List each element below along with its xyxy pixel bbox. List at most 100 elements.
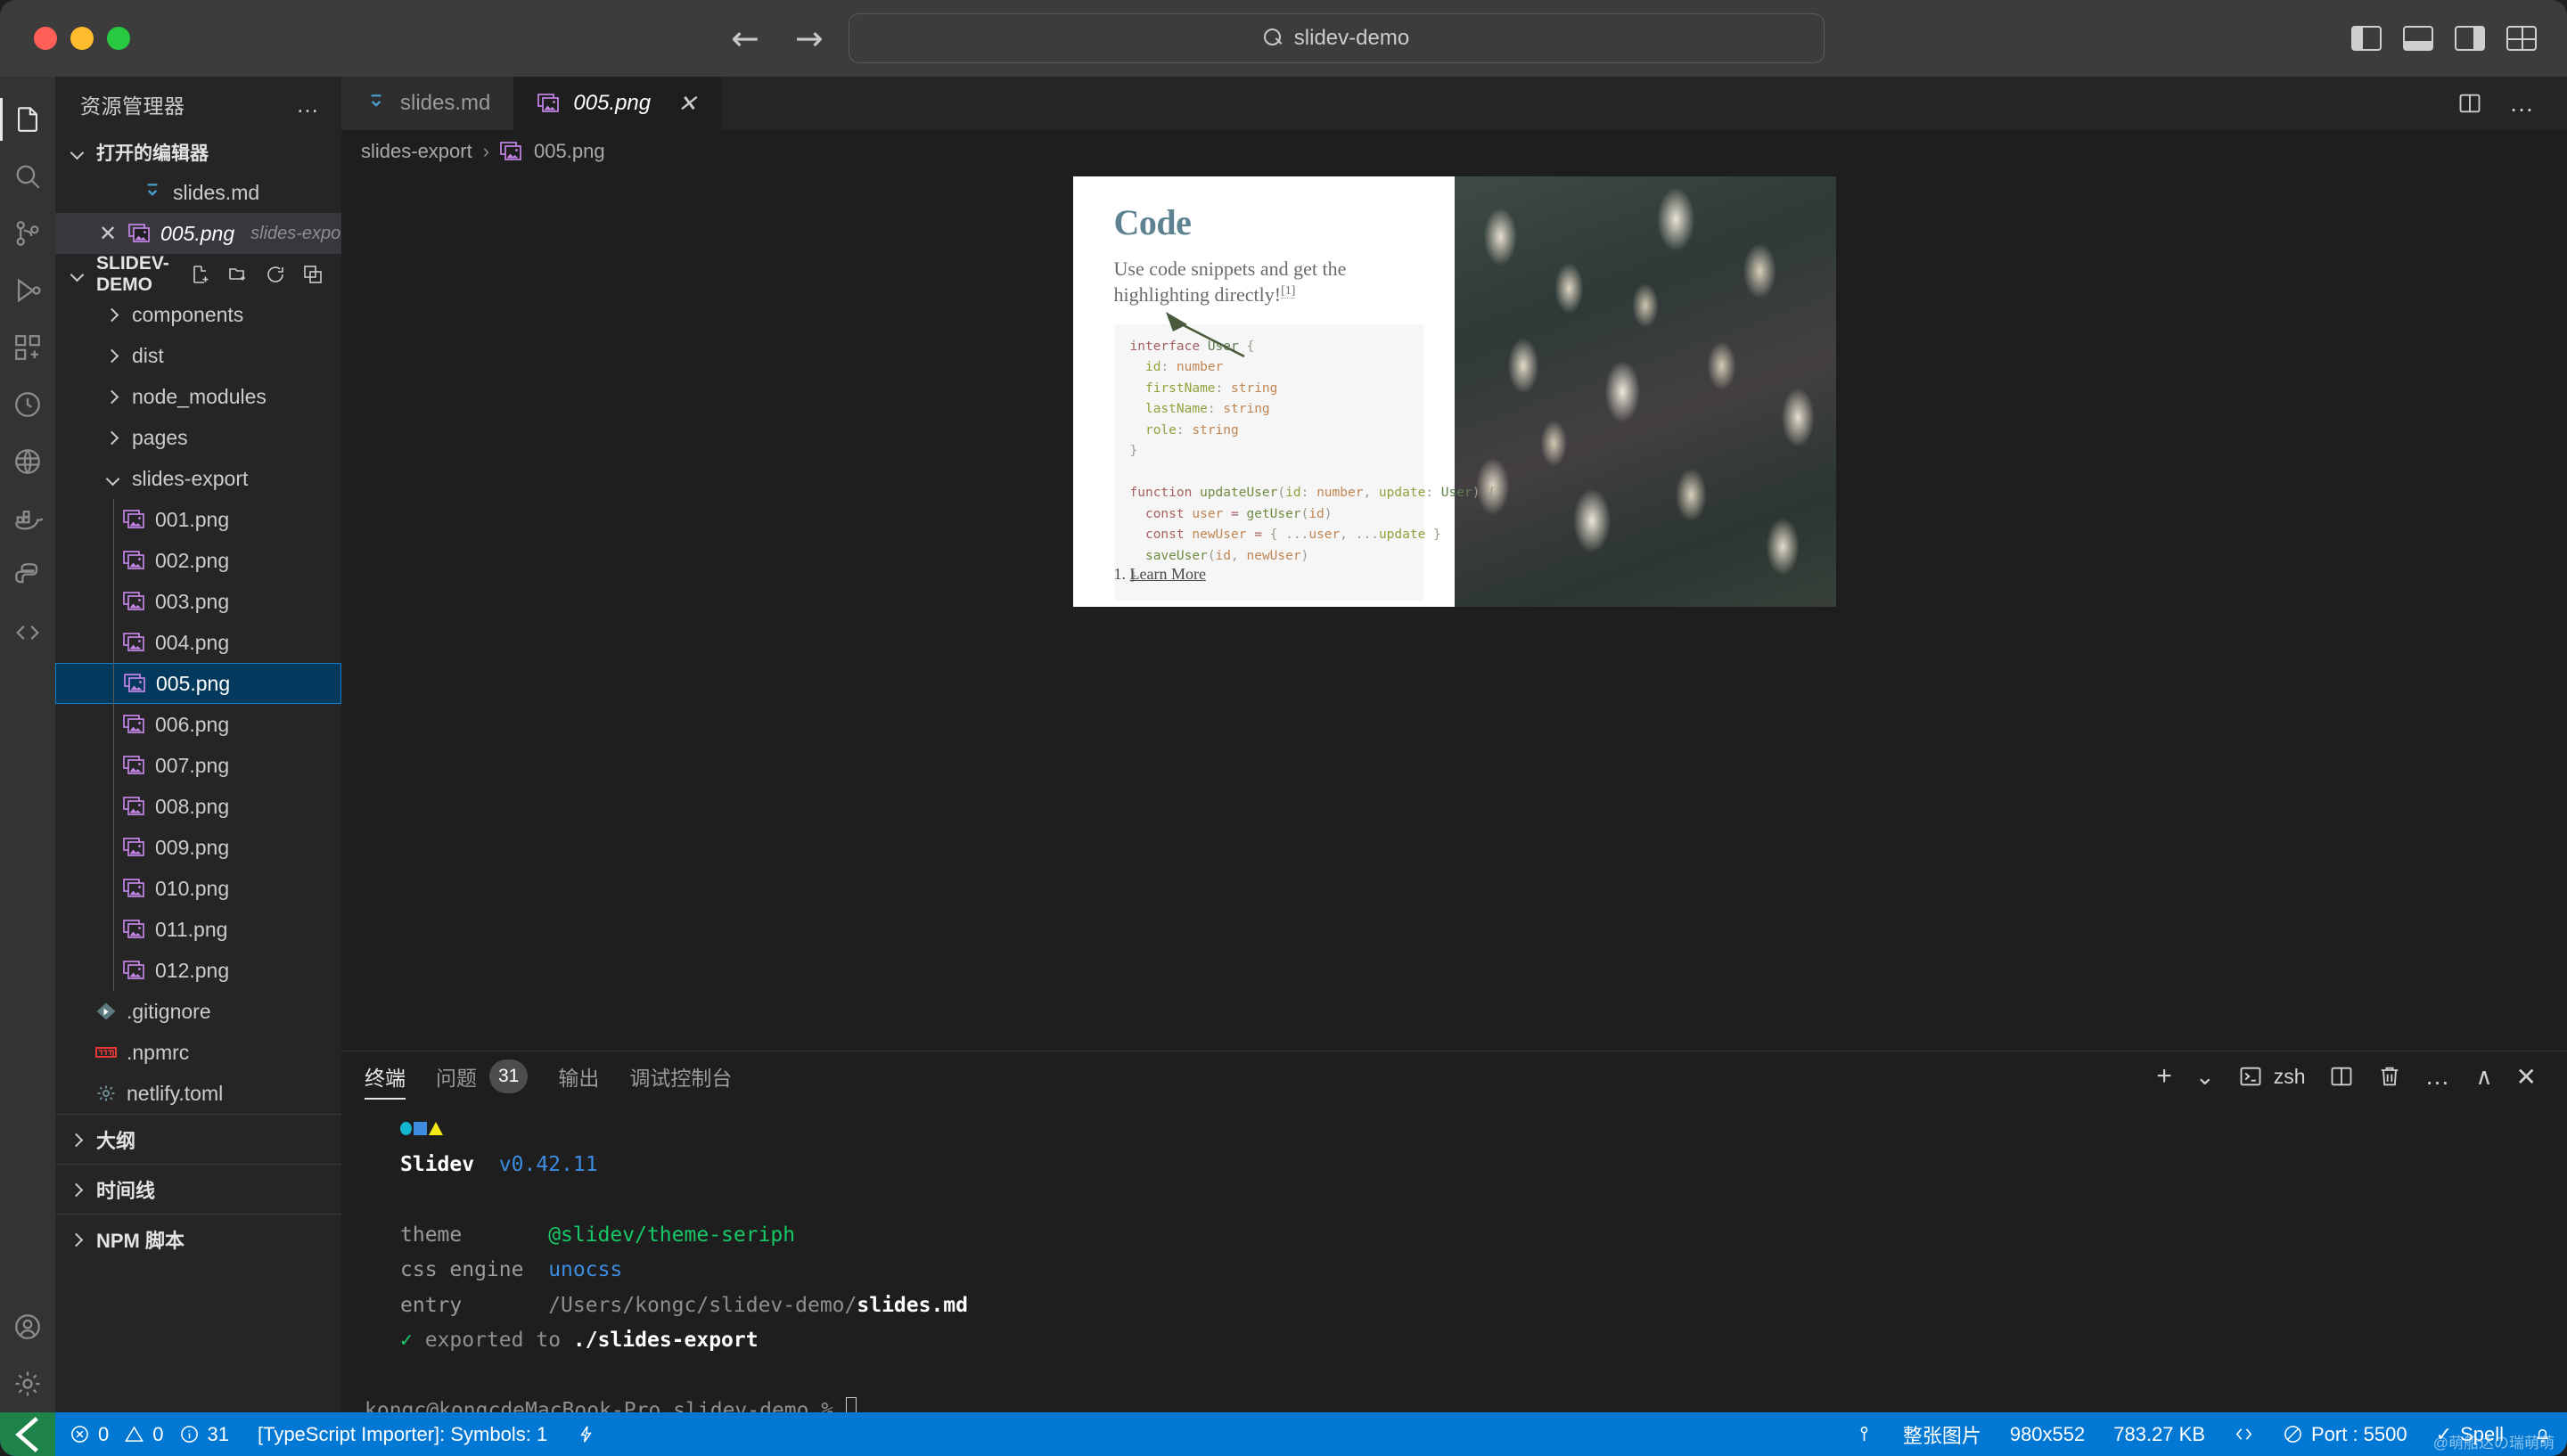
tab-terminal[interactable]: 终端 [365,1051,406,1101]
tree-file-011[interactable]: 011.png [55,909,341,950]
editor-actions[interactable]: … [2457,77,2567,130]
slide-footnote-marker: [1] [1281,284,1295,299]
sidebar-item-accounts[interactable] [0,1298,55,1355]
panel-actions[interactable]: + ⌄ zsh … ∧ ✕ [2156,1061,2567,1092]
tree-file-012[interactable]: 012.png [55,950,341,991]
tree-folder-node-modules[interactable]: node_modules [55,376,341,417]
section-outline[interactable]: 大纲 [55,1114,341,1164]
tree-file-007[interactable]: 007.png [55,745,341,786]
tree-file-npmrc[interactable]: .npmrc [55,1032,341,1073]
slide-footnote-link[interactable]: Learn More [1130,565,1206,583]
chevron-right-icon [68,1230,87,1249]
remote-host-button[interactable] [0,1412,55,1456]
breadcrumb-file[interactable]: 005.png [534,140,605,163]
sidebar-item-extensions[interactable] [0,319,55,376]
sidebar-item-source-control[interactable] [0,205,55,262]
file-label: 002.png [155,549,229,573]
tree-file-009[interactable]: 009.png [55,827,341,868]
layout-controls[interactable] [2351,26,2537,51]
sidebar-item-explorer[interactable] [0,91,55,148]
slide-photo-forest [1455,176,1836,607]
tree-file-006[interactable]: 006.png [55,704,341,745]
status-image-anchor[interactable] [1840,1412,1889,1456]
status-file-size[interactable]: 783.27 KB [2099,1412,2219,1456]
open-editor-005-png[interactable]: ✕ 005.png slides-export [55,213,341,254]
tree-folder-pages[interactable]: pages [55,417,341,458]
explorer-title: 资源管理器 [80,89,185,119]
tree-folder-dist[interactable]: dist [55,335,341,376]
close-icon[interactable]: ✕ [96,221,119,247]
status-liveshare[interactable] [2219,1412,2268,1456]
sidebar-item-python[interactable] [0,547,55,604]
toggle-secondary-sidebar-icon[interactable] [2455,26,2485,51]
panel-more-actions-icon[interactable]: … [2425,1062,2453,1091]
watermark: @萌船达の瑞萌萌 [2433,1430,2555,1452]
tree-file-010[interactable]: 010.png [55,868,341,909]
section-label: 大纲 [96,1125,135,1154]
chevron-down-icon[interactable]: ⌄ [2195,1063,2215,1091]
go-back-icon[interactable]: ← [731,21,759,55]
tree-indent-guide [113,499,114,991]
sidebar-item-docker[interactable] [0,490,55,547]
open-editor-slides-md[interactable]: slides.md [55,172,341,213]
tree-folder-slides-export[interactable]: slides-export [55,458,341,499]
tree-file-008[interactable]: 008.png [55,786,341,827]
minimize-window-button[interactable] [70,27,94,50]
section-open-editors[interactable]: 打开的编辑器 [55,132,341,172]
section-timeline[interactable]: 时间线 [55,1164,341,1214]
sidebar-item-liveshare[interactable] [0,604,55,661]
status-extension-message[interactable]: [TypeScript Importer]: Symbols: 1 [243,1412,562,1456]
tree-file-001[interactable]: 001.png [55,499,341,540]
sidebar-item-search[interactable] [0,148,55,205]
terminal-shell-selector[interactable]: zsh [2238,1064,2306,1089]
sidebar-item-gitlens[interactable] [0,376,55,433]
toggle-panel-icon[interactable] [2403,26,2433,51]
tree-file-002[interactable]: 002.png [55,540,341,581]
status-problems[interactable]: 0 0 31 [55,1412,243,1456]
status-bolt[interactable] [562,1412,611,1456]
close-panel-icon[interactable]: ✕ [2516,1062,2537,1092]
breadcrumb[interactable]: slides-export › 005.png [341,130,2567,173]
tree-file-003[interactable]: 003.png [55,581,341,622]
sidebar-item-run-debug[interactable] [0,262,55,319]
image-icon [128,224,152,243]
section-workspace[interactable]: SLIDEV-DEMO [55,254,341,294]
tree-folder-components[interactable]: components [55,294,341,335]
sidebar-item-remote-explorer[interactable] [0,433,55,490]
maximize-window-button[interactable] [107,27,130,50]
close-window-button[interactable] [34,27,57,50]
explorer-more-actions-icon[interactable]: … [296,91,322,119]
workspace-actions[interactable] [190,264,341,285]
new-terminal-icon[interactable]: + [2156,1061,2172,1092]
go-forward-icon[interactable]: → [795,21,824,55]
file-label: 011.png [155,918,227,942]
tab-problems[interactable]: 问题 31 [436,1051,528,1101]
problems-badge: 31 [489,1059,528,1093]
tree-file-004[interactable]: 004.png [55,622,341,663]
navigation-arrows[interactable]: ← → [731,21,824,55]
tab-slides-md[interactable]: slides.md [341,77,514,130]
terminal-output[interactable]: Slidev v0.42.11 theme @slidev/theme-seri… [341,1101,2567,1412]
tab-005-png[interactable]: 005.png ✕ [514,77,721,130]
tree-file-005[interactable]: 005.png [55,663,341,704]
status-port[interactable]: Port : 5500 [2268,1412,2422,1456]
tab-debug-console[interactable]: 调试控制台 [629,1051,732,1101]
collapse-all-icon [302,264,324,285]
toggle-primary-sidebar-icon[interactable] [2351,26,2382,51]
tab-output[interactable]: 输出 [558,1051,599,1101]
sidebar-item-settings[interactable] [0,1355,55,1412]
tree-file-netlify-toml[interactable]: netlify.toml [55,1073,341,1114]
customize-layout-icon[interactable] [2506,26,2537,51]
status-image-mode[interactable]: 整张图片 [1889,1412,1996,1456]
terminal-row-value-tail: slides.md [857,1294,968,1317]
maximize-panel-icon[interactable]: ∧ [2476,1063,2493,1091]
window-traffic-lights[interactable] [34,27,130,50]
tree-file-gitignore[interactable]: .gitignore [55,991,341,1032]
file-label: 009.png [155,836,229,860]
breadcrumb-folder[interactable]: slides-export [361,140,472,163]
close-icon[interactable]: ✕ [677,90,697,118]
editor-more-actions-icon[interactable]: … [2509,89,2537,118]
command-center-search[interactable]: slidev-demo [849,13,1825,63]
section-npm-scripts[interactable]: NPM 脚本 [55,1214,341,1264]
status-image-dimensions[interactable]: 980x552 [1996,1412,2099,1456]
